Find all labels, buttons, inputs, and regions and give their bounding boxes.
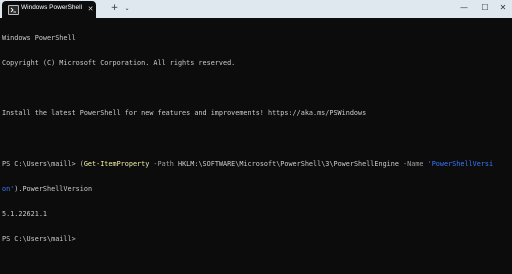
tab-bar: Windows PowerShell ✕ + ⌄ — ☐ ✕ <box>0 0 512 18</box>
install-hint-line: Install the latest PowerShell for new fe… <box>2 109 367 118</box>
command-output: 5.1.22621.1 <box>2 210 48 219</box>
chevron-down-icon[interactable]: ⌄ <box>122 2 132 15</box>
tab-close-icon[interactable]: ✕ <box>86 3 95 15</box>
command-param-path: -Path <box>149 159 178 168</box>
prompt-line: PS C:\Users\maill> <box>2 235 76 244</box>
copyright-line: Copyright (C) Microsoft Corporation. All… <box>2 59 236 68</box>
powershell-window: Windows PowerShell ✕ + ⌄ — ☐ ✕ Windows P… <box>0 0 512 274</box>
powershell-icon <box>8 5 19 15</box>
command-line: PS C:\Users\maill> (Get-ItemProperty -Pa… <box>2 160 510 168</box>
prompt: PS C:\Users\maill> <box>2 159 80 168</box>
command-name-value: 'PowerShellVersi <box>427 159 494 168</box>
command-param-name: -Name <box>398 159 428 168</box>
command-line-wrap: on').PowerShellVersion <box>2 185 510 193</box>
new-tab-icon[interactable]: + <box>109 2 120 15</box>
tab-title: Windows PowerShell <box>21 4 83 11</box>
header-title-line: Windows PowerShell <box>2 33 76 42</box>
command-tail: ).PowerShellVersion <box>14 185 93 194</box>
tab-windows-powershell[interactable]: Windows PowerShell ✕ <box>2 1 96 18</box>
maximize-icon[interactable]: ☐ <box>476 0 494 16</box>
command-name: Get-ItemProperty <box>83 159 150 168</box>
command-name-value-wrap: on' <box>2 185 15 194</box>
command-path-value: HKLM:\SOFTWARE\Microsoft\PowerShell\3\Po… <box>177 159 399 168</box>
terminal-output[interactable]: Windows PowerShell Copyright (C) Microso… <box>2 17 510 261</box>
minimize-icon[interactable]: — <box>455 0 473 16</box>
close-window-icon[interactable]: ✕ <box>494 0 512 16</box>
